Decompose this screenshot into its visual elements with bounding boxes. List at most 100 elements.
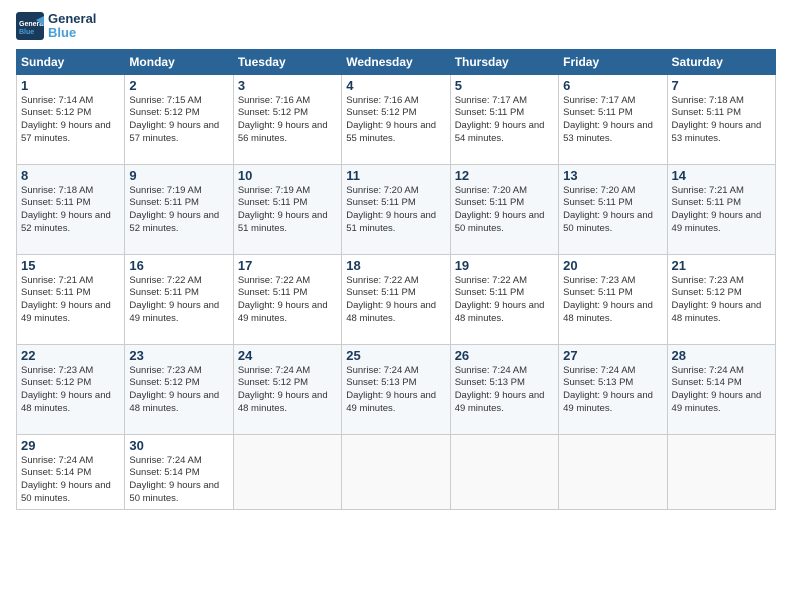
calendar-cell: 26 Sunrise: 7:24 AM Sunset: 5:13 PM Dayl… [450, 344, 558, 434]
day-info: Sunrise: 7:23 AM Sunset: 5:11 PM Dayligh… [563, 275, 662, 326]
day-number: 4 [346, 78, 445, 93]
calendar-cell: 11 Sunrise: 7:20 AM Sunset: 5:11 PM Dayl… [342, 164, 450, 254]
day-info: Sunrise: 7:24 AM Sunset: 5:13 PM Dayligh… [563, 365, 662, 416]
day-number: 13 [563, 168, 662, 183]
day-info: Sunrise: 7:23 AM Sunset: 5:12 PM Dayligh… [21, 365, 120, 416]
day-info: Sunrise: 7:14 AM Sunset: 5:12 PM Dayligh… [21, 95, 120, 146]
day-info: Sunrise: 7:19 AM Sunset: 5:11 PM Dayligh… [238, 185, 337, 236]
day-number: 23 [129, 348, 228, 363]
calendar-cell: 14 Sunrise: 7:21 AM Sunset: 5:11 PM Dayl… [667, 164, 775, 254]
day-info: Sunrise: 7:20 AM Sunset: 5:11 PM Dayligh… [563, 185, 662, 236]
day-number: 14 [672, 168, 771, 183]
calendar-cell [450, 434, 558, 509]
weekday-header-sunday: Sunday [17, 49, 125, 74]
day-number: 26 [455, 348, 554, 363]
calendar-cell: 29 Sunrise: 7:24 AM Sunset: 5:14 PM Dayl… [17, 434, 125, 509]
day-info: Sunrise: 7:24 AM Sunset: 5:14 PM Dayligh… [129, 455, 228, 506]
day-info: Sunrise: 7:16 AM Sunset: 5:12 PM Dayligh… [346, 95, 445, 146]
day-number: 24 [238, 348, 337, 363]
svg-text:Blue: Blue [19, 29, 34, 36]
day-number: 3 [238, 78, 337, 93]
day-number: 12 [455, 168, 554, 183]
calendar-cell: 8 Sunrise: 7:18 AM Sunset: 5:11 PM Dayli… [17, 164, 125, 254]
day-info: Sunrise: 7:23 AM Sunset: 5:12 PM Dayligh… [672, 275, 771, 326]
logo: General Blue General Blue [16, 12, 96, 41]
calendar-cell: 15 Sunrise: 7:21 AM Sunset: 5:11 PM Dayl… [17, 254, 125, 344]
weekday-header-friday: Friday [559, 49, 667, 74]
calendar-cell [233, 434, 341, 509]
day-info: Sunrise: 7:20 AM Sunset: 5:11 PM Dayligh… [455, 185, 554, 236]
day-info: Sunrise: 7:21 AM Sunset: 5:11 PM Dayligh… [21, 275, 120, 326]
day-number: 28 [672, 348, 771, 363]
day-number: 22 [21, 348, 120, 363]
calendar-cell: 30 Sunrise: 7:24 AM Sunset: 5:14 PM Dayl… [125, 434, 233, 509]
calendar-cell: 4 Sunrise: 7:16 AM Sunset: 5:12 PM Dayli… [342, 74, 450, 164]
day-info: Sunrise: 7:22 AM Sunset: 5:11 PM Dayligh… [346, 275, 445, 326]
calendar-cell: 5 Sunrise: 7:17 AM Sunset: 5:11 PM Dayli… [450, 74, 558, 164]
day-info: Sunrise: 7:15 AM Sunset: 5:12 PM Dayligh… [129, 95, 228, 146]
calendar-cell: 22 Sunrise: 7:23 AM Sunset: 5:12 PM Dayl… [17, 344, 125, 434]
day-info: Sunrise: 7:22 AM Sunset: 5:11 PM Dayligh… [238, 275, 337, 326]
day-info: Sunrise: 7:18 AM Sunset: 5:11 PM Dayligh… [672, 95, 771, 146]
weekday-header-wednesday: Wednesday [342, 49, 450, 74]
logo-text-general: General [48, 12, 96, 26]
day-number: 20 [563, 258, 662, 273]
calendar-cell: 12 Sunrise: 7:20 AM Sunset: 5:11 PM Dayl… [450, 164, 558, 254]
calendar-cell: 18 Sunrise: 7:22 AM Sunset: 5:11 PM Dayl… [342, 254, 450, 344]
day-number: 18 [346, 258, 445, 273]
calendar-cell: 27 Sunrise: 7:24 AM Sunset: 5:13 PM Dayl… [559, 344, 667, 434]
header: General Blue General Blue [16, 12, 776, 41]
day-number: 6 [563, 78, 662, 93]
calendar-cell: 7 Sunrise: 7:18 AM Sunset: 5:11 PM Dayli… [667, 74, 775, 164]
day-number: 15 [21, 258, 120, 273]
calendar-cell: 1 Sunrise: 7:14 AM Sunset: 5:12 PM Dayli… [17, 74, 125, 164]
day-number: 16 [129, 258, 228, 273]
day-info: Sunrise: 7:22 AM Sunset: 5:11 PM Dayligh… [455, 275, 554, 326]
weekday-header-tuesday: Tuesday [233, 49, 341, 74]
day-number: 17 [238, 258, 337, 273]
calendar-cell: 2 Sunrise: 7:15 AM Sunset: 5:12 PM Dayli… [125, 74, 233, 164]
day-number: 29 [21, 438, 120, 453]
day-info: Sunrise: 7:19 AM Sunset: 5:11 PM Dayligh… [129, 185, 228, 236]
day-number: 21 [672, 258, 771, 273]
page: General Blue General Blue SundayMondayTu… [0, 0, 792, 612]
day-number: 10 [238, 168, 337, 183]
weekday-header-monday: Monday [125, 49, 233, 74]
calendar-cell: 24 Sunrise: 7:24 AM Sunset: 5:12 PM Dayl… [233, 344, 341, 434]
day-info: Sunrise: 7:22 AM Sunset: 5:11 PM Dayligh… [129, 275, 228, 326]
day-info: Sunrise: 7:17 AM Sunset: 5:11 PM Dayligh… [455, 95, 554, 146]
calendar-cell: 19 Sunrise: 7:22 AM Sunset: 5:11 PM Dayl… [450, 254, 558, 344]
day-number: 7 [672, 78, 771, 93]
day-number: 25 [346, 348, 445, 363]
day-number: 27 [563, 348, 662, 363]
weekday-header-thursday: Thursday [450, 49, 558, 74]
calendar-cell: 10 Sunrise: 7:19 AM Sunset: 5:11 PM Dayl… [233, 164, 341, 254]
calendar-cell: 28 Sunrise: 7:24 AM Sunset: 5:14 PM Dayl… [667, 344, 775, 434]
calendar-cell [667, 434, 775, 509]
calendar-cell: 9 Sunrise: 7:19 AM Sunset: 5:11 PM Dayli… [125, 164, 233, 254]
day-info: Sunrise: 7:24 AM Sunset: 5:14 PM Dayligh… [21, 455, 120, 506]
day-number: 8 [21, 168, 120, 183]
logo-text-blue: Blue [48, 26, 96, 40]
calendar-table: SundayMondayTuesdayWednesdayThursdayFrid… [16, 49, 776, 510]
day-info: Sunrise: 7:16 AM Sunset: 5:12 PM Dayligh… [238, 95, 337, 146]
weekday-header-saturday: Saturday [667, 49, 775, 74]
day-info: Sunrise: 7:24 AM Sunset: 5:13 PM Dayligh… [346, 365, 445, 416]
day-info: Sunrise: 7:24 AM Sunset: 5:14 PM Dayligh… [672, 365, 771, 416]
day-info: Sunrise: 7:18 AM Sunset: 5:11 PM Dayligh… [21, 185, 120, 236]
calendar-cell: 13 Sunrise: 7:20 AM Sunset: 5:11 PM Dayl… [559, 164, 667, 254]
day-info: Sunrise: 7:23 AM Sunset: 5:12 PM Dayligh… [129, 365, 228, 416]
calendar-cell: 3 Sunrise: 7:16 AM Sunset: 5:12 PM Dayli… [233, 74, 341, 164]
calendar-cell: 23 Sunrise: 7:23 AM Sunset: 5:12 PM Dayl… [125, 344, 233, 434]
day-info: Sunrise: 7:24 AM Sunset: 5:12 PM Dayligh… [238, 365, 337, 416]
calendar-cell: 16 Sunrise: 7:22 AM Sunset: 5:11 PM Dayl… [125, 254, 233, 344]
logo-icon: General Blue [16, 12, 44, 40]
day-info: Sunrise: 7:24 AM Sunset: 5:13 PM Dayligh… [455, 365, 554, 416]
day-info: Sunrise: 7:20 AM Sunset: 5:11 PM Dayligh… [346, 185, 445, 236]
day-number: 30 [129, 438, 228, 453]
day-number: 11 [346, 168, 445, 183]
day-number: 2 [129, 78, 228, 93]
day-number: 1 [21, 78, 120, 93]
day-info: Sunrise: 7:21 AM Sunset: 5:11 PM Dayligh… [672, 185, 771, 236]
day-number: 9 [129, 168, 228, 183]
